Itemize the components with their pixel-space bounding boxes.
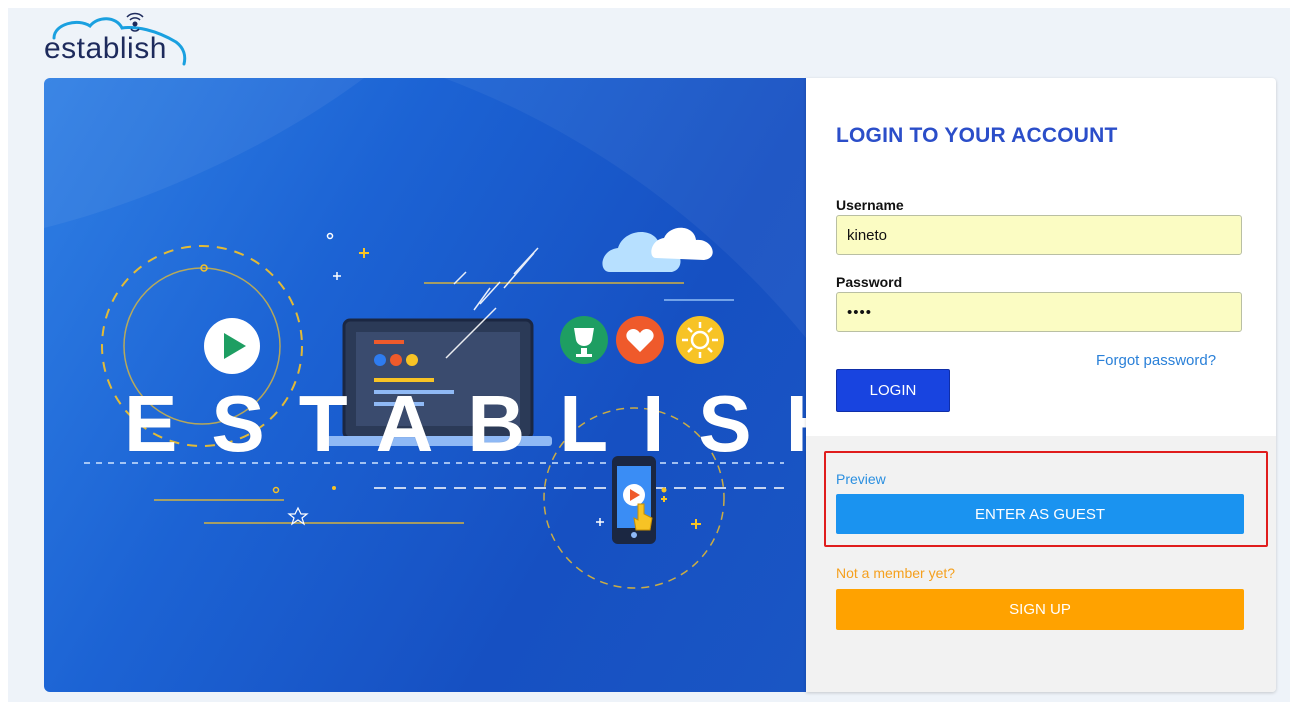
hero-wordmark: ESTABLISH — [124, 379, 806, 468]
enter-as-guest-button[interactable]: ENTER AS GUEST — [836, 494, 1244, 534]
sign-up-button[interactable]: SIGN UP — [836, 589, 1244, 630]
forgot-password-link[interactable]: Forgot password? — [1096, 352, 1216, 369]
cloud-icon — [602, 227, 713, 272]
trophy-icon — [560, 316, 608, 364]
play-icon — [204, 318, 260, 374]
brand-logo[interactable]: establish — [44, 12, 194, 70]
hero-banner: ESTABLISH — [44, 78, 806, 692]
password-label: Password — [836, 274, 903, 290]
username-input[interactable] — [836, 215, 1242, 255]
login-panel: LOGIN TO YOUR ACCOUNT Username Password … — [806, 78, 1276, 692]
login-title: LOGIN TO YOUR ACCOUNT — [836, 124, 1118, 147]
heart-icon — [616, 316, 664, 364]
logo-text: establish — [44, 32, 167, 65]
preview-label: Preview — [836, 471, 886, 487]
password-input[interactable] — [836, 292, 1242, 332]
username-label: Username — [836, 197, 904, 213]
login-button[interactable]: LOGIN — [836, 369, 950, 412]
not-member-label: Not a member yet? — [836, 565, 956, 581]
sun-icon — [676, 316, 724, 364]
